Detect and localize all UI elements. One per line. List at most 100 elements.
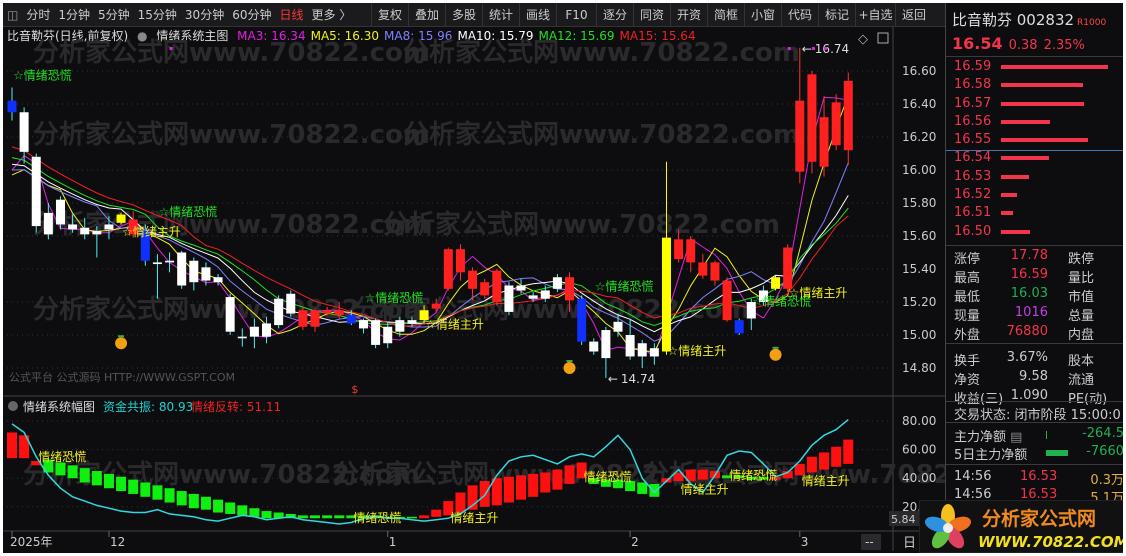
- candle-body: [649, 348, 659, 357]
- candle[interactable]: [783, 244, 793, 293]
- hist-bar: [516, 475, 527, 500]
- sub-legend: 情绪反转: 51.11: [191, 399, 281, 414]
- candle[interactable]: [358, 318, 368, 334]
- signal-label: ☆情绪主升: [667, 344, 726, 358]
- order-book-row: 16.57: [946, 95, 1123, 113]
- candle-body: [516, 285, 526, 291]
- candle[interactable]: [589, 338, 599, 355]
- candle[interactable]: [213, 273, 223, 286]
- price-change-pct: 2.35%: [1043, 38, 1085, 53]
- book-price: 16.54: [954, 150, 992, 166]
- watermark: 分析家公式网www.70822.com: [33, 119, 430, 150]
- x-tick-label: 2025年: [10, 535, 53, 549]
- hist-bar: [406, 516, 417, 519]
- candle[interactable]: [177, 250, 187, 289]
- candle-body: [540, 290, 550, 299]
- candle-body: [601, 330, 611, 359]
- book-price: 16.57: [954, 95, 992, 111]
- stat-row: 现量 1016 总量: [946, 305, 1123, 324]
- candle-body: [468, 270, 478, 289]
- book-price: 16.53: [954, 168, 992, 184]
- candle-body: [552, 277, 562, 289]
- candle[interactable]: [455, 244, 465, 281]
- candle[interactable]: [298, 306, 308, 331]
- candle-body: [322, 310, 332, 314]
- stock-chart-window: ◫ 分时 1分钟 5分钟 15分钟 30分钟 60分钟 日线 更多 〉 复权 叠加 多股 统计 画线 F…: [3, 3, 1123, 553]
- panel-toggle-icon[interactable]: [877, 32, 889, 44]
- period-indicator[interactable]: 日: [903, 536, 916, 551]
- hist-bar: [164, 488, 175, 503]
- xaxis-end[interactable]: --: [865, 535, 874, 549]
- sub-indicator-name[interactable]: 情绪系统幅图: [23, 399, 95, 414]
- diamond-icon[interactable]: ◇: [858, 32, 868, 47]
- list-icon[interactable]: ▤: [1010, 430, 1022, 445]
- book-price: 16.55: [954, 132, 992, 148]
- stat-value: 1016: [1014, 305, 1048, 320]
- sub-axis-tick: 40.00: [902, 471, 936, 485]
- candle[interactable]: [637, 339, 647, 368]
- book-volume-bar: [1001, 193, 1018, 198]
- candle-body: [371, 320, 381, 345]
- candle[interactable]: [116, 212, 126, 225]
- candle-body: [807, 74, 817, 162]
- candle[interactable]: [19, 107, 29, 164]
- candle[interactable]: [771, 275, 781, 291]
- candle[interactable]: [371, 318, 381, 349]
- hist-bar: [200, 496, 211, 510]
- candle-body: [104, 224, 114, 230]
- stat-label: 股本: [1068, 354, 1095, 369]
- candle[interactable]: [686, 236, 696, 273]
- order-book-row: 16.51: [946, 204, 1123, 222]
- candle-body: [504, 285, 514, 312]
- candle[interactable]: [516, 278, 526, 294]
- high-annotation: 16.74: [815, 42, 849, 56]
- hist-bar: [455, 492, 466, 513]
- candle[interactable]: [831, 94, 841, 151]
- candle[interactable]: [577, 295, 587, 345]
- book-volume-bar: [1001, 138, 1088, 143]
- candle-body: [19, 112, 29, 152]
- candle[interactable]: [710, 260, 720, 286]
- candle[interactable]: [7, 87, 17, 121]
- candle[interactable]: [55, 196, 65, 230]
- candle[interactable]: [734, 318, 744, 336]
- candle[interactable]: [237, 328, 247, 347]
- sub-legend: 资金共振: 80.93: [103, 399, 193, 414]
- stock-title: 比音勒芬 002832 R1000: [952, 9, 1106, 30]
- candle[interactable]: [722, 277, 732, 322]
- candle[interactable]: [31, 153, 41, 233]
- candle[interactable]: [504, 282, 514, 316]
- candle[interactable]: [443, 247, 453, 291]
- candle[interactable]: [698, 254, 708, 279]
- sub-signal-label: 情绪主升: [681, 483, 729, 497]
- candle[interactable]: [795, 47, 805, 184]
- tick-price: 16.53: [1020, 469, 1058, 484]
- signal-label: ☆情绪主升: [789, 286, 848, 300]
- candle-body: [480, 282, 490, 296]
- candle-body: [298, 310, 308, 327]
- last-price: 16.54: [952, 34, 1003, 53]
- hist-bar: [140, 482, 151, 497]
- stat-row: 净资 9.58 流通: [946, 369, 1123, 388]
- chart-canvas[interactable]: 16.60 16.40 16.20 16.00 15.80 15.60 15.40 15.20…: [3, 3, 945, 553]
- candle[interactable]: [286, 290, 296, 317]
- sub-signal-label: 情绪恐慌: [584, 470, 632, 484]
- candle[interactable]: [43, 203, 53, 240]
- candle[interactable]: [274, 295, 284, 329]
- candle[interactable]: [843, 72, 853, 166]
- main-net-value: -264.5: [1082, 426, 1123, 441]
- candle[interactable]: [225, 293, 235, 335]
- candle[interactable]: [807, 71, 817, 174]
- stat-label: 内盘: [1068, 328, 1095, 343]
- order-book-row: 16.58: [946, 76, 1123, 94]
- candle[interactable]: [152, 254, 162, 299]
- candle[interactable]: [601, 326, 611, 378]
- candle[interactable]: [383, 321, 393, 349]
- price-row: 16.54 0.38 2.35%: [952, 34, 1091, 53]
- candle[interactable]: [492, 269, 502, 306]
- indicator-dropdown-icon[interactable]: [8, 401, 18, 411]
- candle[interactable]: [661, 161, 671, 355]
- candle[interactable]: [189, 257, 199, 291]
- candle-body: [55, 199, 65, 225]
- candle[interactable]: [310, 308, 320, 332]
